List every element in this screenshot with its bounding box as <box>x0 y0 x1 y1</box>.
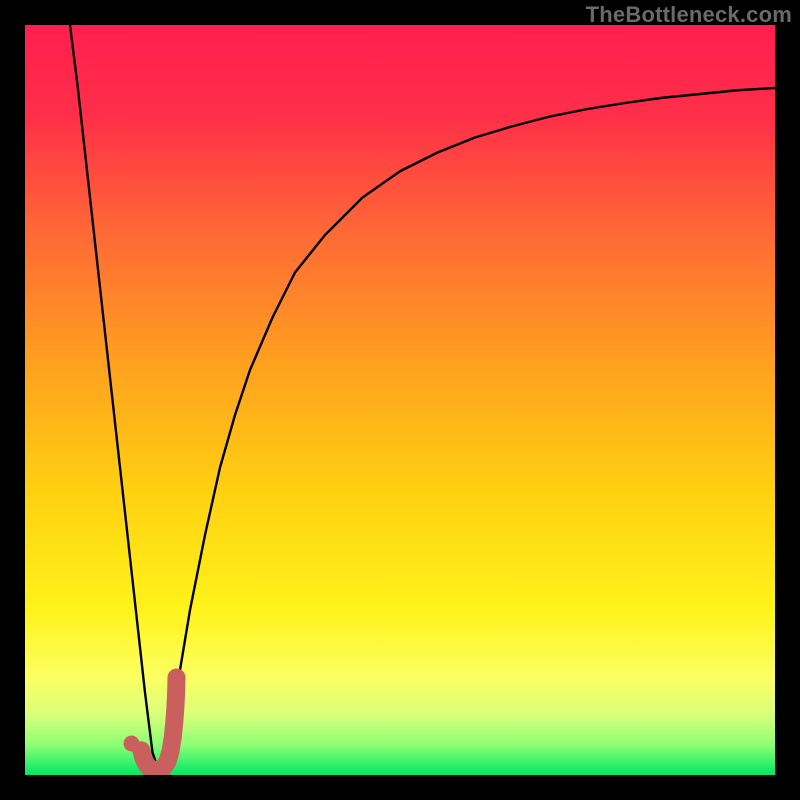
j-marker <box>141 678 176 771</box>
watermark-text: TheBottleneck.com <box>586 2 792 28</box>
bottleneck-curve <box>70 25 775 775</box>
chart-frame: TheBottleneck.com <box>0 0 800 800</box>
marker-dot <box>124 736 140 752</box>
curve-layer <box>25 25 775 775</box>
plot-area <box>25 25 775 775</box>
